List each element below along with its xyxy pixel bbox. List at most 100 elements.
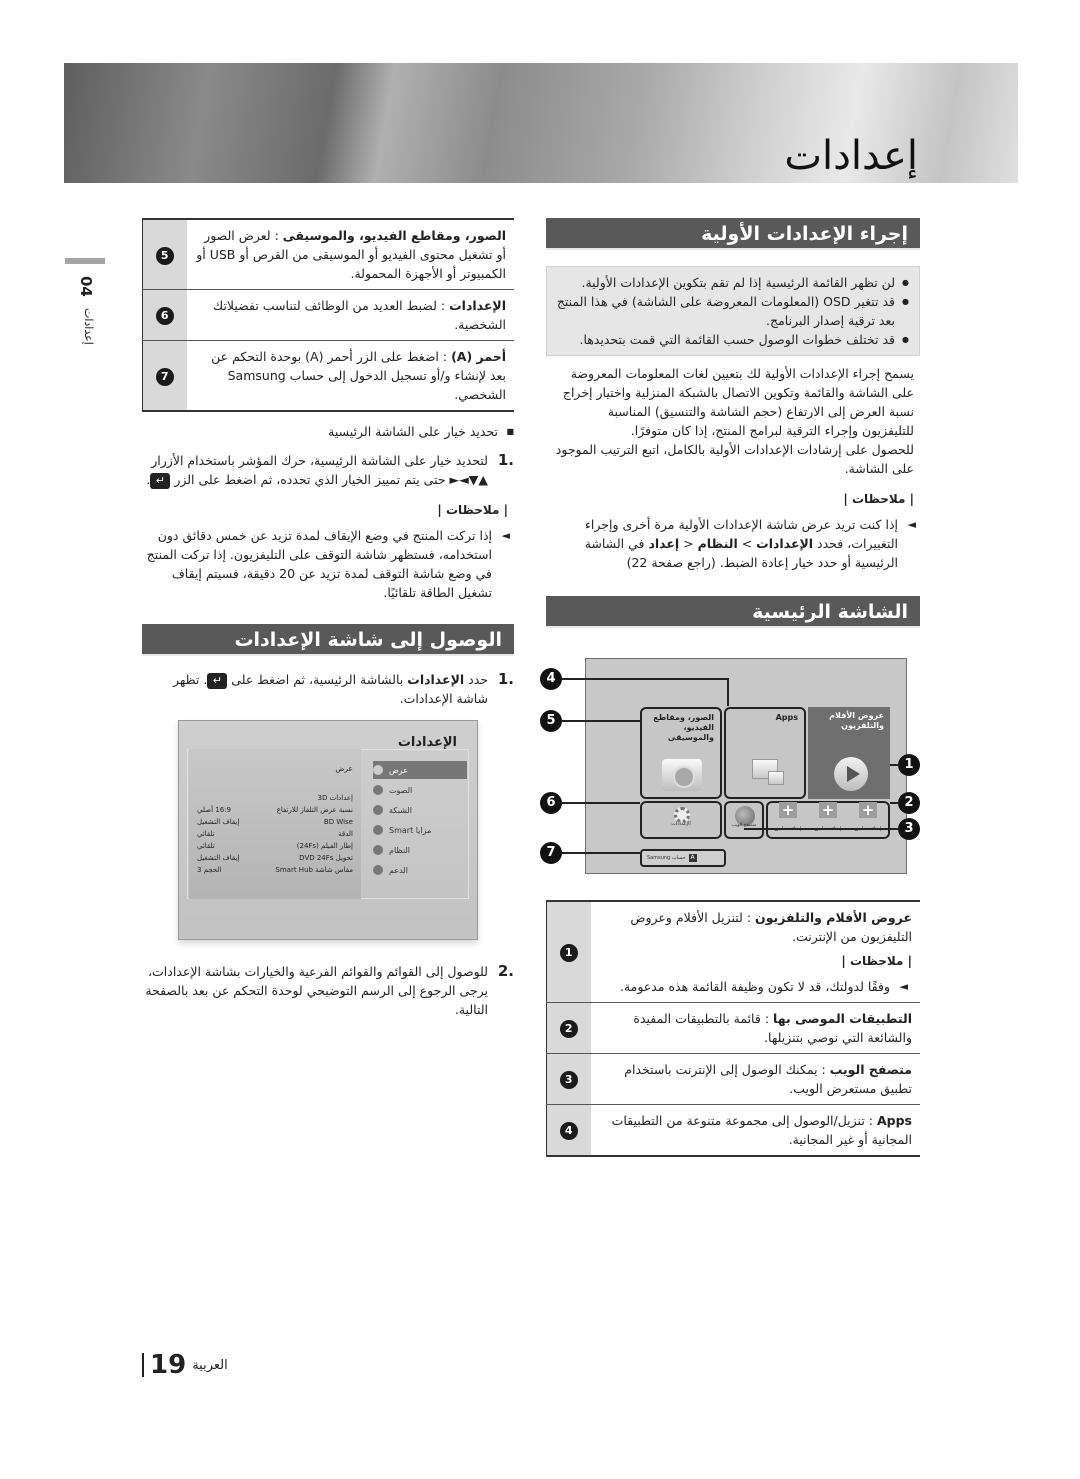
notice-item: قد تختلف خطوات الوصول حسب القائمة التي ق… [555, 330, 909, 349]
panel-header: عرض [335, 764, 353, 773]
section-heading-access-settings: الوصول إلى شاشة الإعدادات [142, 624, 514, 656]
table-row: متصفح الويب : يمكنك الوصول إلى الإنترنت … [546, 1053, 920, 1105]
settings-menu-item-system[interactable]: النظام [373, 841, 467, 859]
select-option-step: 1. لتحديد خيار على الشاشة الرئيسية، حرك … [146, 451, 514, 489]
table-row: أحمر (A) : اضغط على الزر أحمر (A) بوحدة … [142, 340, 514, 412]
apps-icon-small [768, 771, 784, 785]
settings-row[interactable]: نسبة عرض التلفاز للارتفاع 16:9 أصلي [197, 804, 353, 816]
access-settings-step-2: 2. للوصول إلى القوائم والقوائم الفرعية و… [145, 962, 514, 1017]
notes-label: | ملاحظات | [437, 503, 508, 517]
note-arrow-icon: ◄ [899, 980, 908, 993]
chapter-banner: إعدادات [64, 63, 1018, 183]
callout-line [890, 764, 900, 766]
add-app-slot[interactable]: +إضافة تطبيق [775, 801, 801, 839]
callout-line [562, 678, 728, 680]
callout-5: 5 [540, 710, 562, 732]
callout-line [562, 802, 640, 804]
note-arrow-icon: ◄ [501, 529, 510, 542]
item-number-badge: 6 [155, 307, 174, 325]
settings-menu-item-smart-features[interactable]: مزايا Smart [373, 821, 467, 839]
callout-7: 7 [540, 842, 562, 864]
initial-settings-paragraph-2: للحصول على إرشادات الإعدادات الأولية بال… [555, 442, 914, 476]
callout-line [562, 852, 640, 854]
tile-apps[interactable]: Apps [724, 707, 806, 799]
enter-key-icon: ↵ [207, 672, 228, 689]
support-icon [373, 865, 383, 875]
table-row: عروض الأفلام والتلفزيون : لتنزيل الأفلام… [546, 901, 920, 1003]
tile-movies-tv[interactable]: عروض الأفلام والتلفزيون [808, 707, 890, 799]
notes-label: | ملاحظات | [841, 954, 912, 968]
item-number-badge: 2 [559, 1020, 578, 1038]
settings-menu-item-support[interactable]: الدعم [373, 861, 467, 879]
initial-settings-paragraph: يسمح إجراء الإعدادات الأولية لك بتعيين ل… [562, 366, 914, 438]
side-tab-bar [65, 258, 105, 264]
footer-language: العربية [192, 1357, 228, 1373]
settings-screen-image: الإعدادات عرض الصوت الشبكة مزايا Smart ا… [178, 720, 478, 940]
plus-icon: + [779, 802, 797, 818]
samsung-account-button[interactable]: حساب Samsung A [640, 849, 726, 867]
tile-photos-videos-music[interactable]: الصور، ومقاطع الفيديو، والموسيقى [640, 707, 722, 799]
table-row: Apps : تنزيل/الوصول إلى مجموعة متنوعة من… [546, 1104, 920, 1157]
table-row: التطبيقات الموصى بها : قائمة بالتطبيقات … [546, 1002, 920, 1054]
settings-menu-item-network[interactable]: الشبكة [373, 801, 467, 819]
settings-display-panel: عرض إعدادات 3D نسبة عرض التلفاز للارتفاع… [189, 749, 361, 899]
table-row: الإعدادات : لضبط العديد من الوظائف لتناس… [142, 289, 514, 341]
callout-4: 4 [540, 668, 562, 690]
right-column: إجراء الإعدادات الأولية لن تظهر القائمة … [540, 218, 920, 1157]
system-gear-icon [373, 845, 383, 855]
tile-web-browser[interactable]: متصفح الويب [724, 801, 764, 839]
audio-icon [373, 785, 383, 795]
table-row: الصور، ومقاطع الفيديو، والموسيقى : لعرض … [142, 219, 514, 290]
initial-settings-notice-box: لن تظهر القائمة الرئيسية إذا لم تقم بتكو… [546, 266, 920, 356]
note-item: ◄ إذا تركت المنتج في وضع الإيقاف لمدة تز… [146, 528, 510, 600]
settings-row[interactable]: إعدادات 3D [197, 792, 353, 804]
network-icon [373, 805, 383, 815]
settings-row[interactable]: مقاس شاشة Smart Hub الحجم 3 [197, 864, 353, 876]
play-icon [834, 757, 868, 791]
home-screen-diagram: عروض الأفلام والتلفزيون Apps الصور، ومقا… [540, 646, 920, 876]
chapter-number: 04 [77, 276, 95, 297]
home-screen-items-table: عروض الأفلام والتلفزيون : لتنزيل الأفلام… [546, 900, 920, 1157]
callout-line [562, 720, 640, 722]
home-screen-items-table-continued: الصور، ومقاطع الفيديو، والموسيقى : لعرض … [142, 218, 514, 412]
chapter-title: إعدادات [784, 133, 918, 179]
camera-icon [662, 759, 702, 791]
settings-row[interactable]: BD Wise إيقاف التشغيل [197, 816, 353, 828]
note-arrow-icon: ◄ [907, 518, 916, 531]
settings-row[interactable]: إطار الفيلم (24Fs) تلقائي [197, 840, 353, 852]
settings-menu-item-audio[interactable]: الصوت [373, 781, 467, 799]
item-number-badge: 4 [559, 1122, 578, 1140]
notes-label: | ملاحظات | [843, 492, 914, 506]
callout-line [744, 828, 900, 830]
item-number-badge: 3 [559, 1071, 578, 1089]
chapter-side-label: إعدادات [82, 308, 95, 345]
plus-icon: + [859, 802, 877, 818]
callout-1: 1 [898, 754, 920, 776]
footer-separator [142, 1353, 144, 1377]
chapter-side-tab: 04 إعدادات [65, 258, 105, 378]
section-heading-home-screen: الشاشة الرئيسية [546, 596, 920, 628]
settings-row[interactable]: تحويل DVD 24Fs إيقاف التشغيل [197, 852, 353, 864]
page-number: 19 [150, 1350, 187, 1380]
callout-6: 6 [540, 792, 562, 814]
callout-line [890, 802, 900, 804]
left-column: الصور، ومقاطع الفيديو، والموسيقى : لعرض … [142, 218, 514, 1019]
callout-line [727, 678, 729, 706]
smart-features-icon [373, 825, 383, 835]
callout-2: 2 [898, 792, 920, 814]
select-option-heading: تحديد خيار على الشاشة الرئيسية [142, 422, 514, 441]
tile-settings[interactable]: الإعدادات [640, 801, 722, 839]
page-footer: العربية 19 [142, 1350, 228, 1380]
add-app-slot[interactable]: +إضافة تطبيق [855, 801, 881, 839]
settings-row[interactable]: الدقة تلقائي [197, 828, 353, 840]
note-item: ◄ وفقًا لدولتك، قد لا تكون وظيفة القائمة … [619, 979, 908, 994]
section-heading-initial-settings: إجراء الإعدادات الأولية [546, 218, 920, 250]
settings-menu-item-display[interactable]: عرض [373, 761, 467, 779]
item-number-badge: 1 [559, 944, 578, 962]
item-number-badge: 5 [155, 246, 174, 265]
plus-icon: + [819, 802, 837, 818]
enter-key-icon: ↵ [150, 472, 171, 489]
settings-menu: عرض الصوت الشبكة مزايا Smart النظام الدع… [373, 761, 467, 881]
add-app-slot[interactable]: +إضافة تطبيق [815, 801, 841, 839]
tile-recommended-apps[interactable]: +إضافة تطبيق +إضافة تطبيق +إضافة تطبيق [766, 801, 890, 839]
